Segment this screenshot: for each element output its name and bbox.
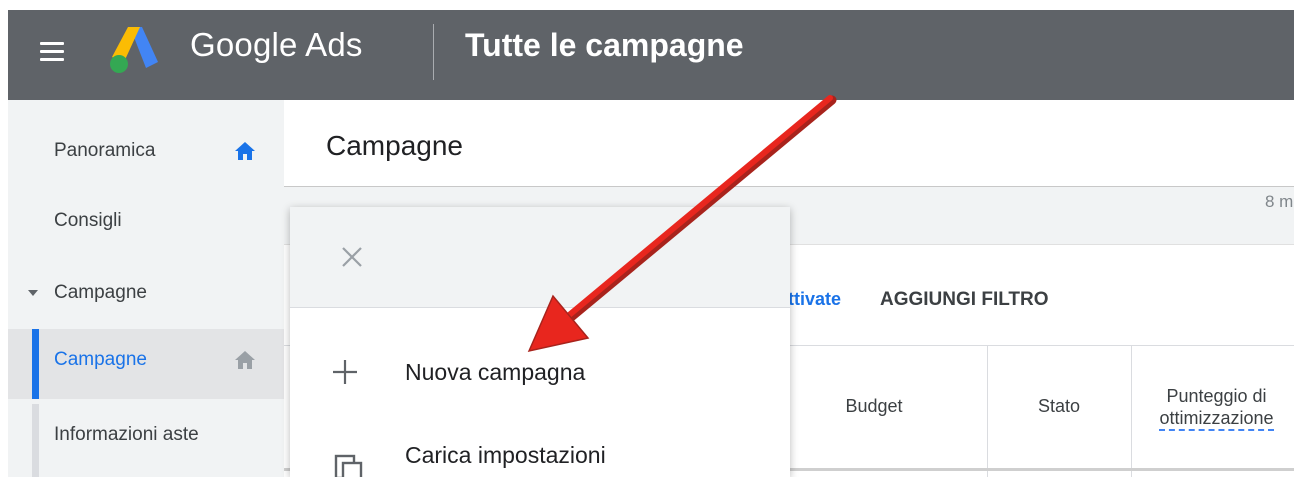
sidebar-item-label: Panoramica	[54, 140, 156, 161]
create-menu: Nuova campagna Carica impostazioni	[290, 207, 790, 477]
sidebar-group-campagne[interactable]: Campagne	[8, 262, 284, 324]
copy-icon	[334, 454, 363, 477]
sidebar-item-informazioni-aste[interactable]: Informazioni aste	[8, 404, 284, 477]
date-range[interactable]: 8 m	[1265, 192, 1293, 212]
app-window: Google Ads Tutte le campagne Panoramica …	[0, 0, 1294, 477]
sidebar-item-label: Campagne	[54, 349, 147, 370]
home-icon	[235, 351, 255, 369]
load-settings-option[interactable]: Carica impostazioni	[290, 422, 790, 477]
section-title: Campagne	[326, 130, 463, 161]
column-header-line: ottimizzazione	[1159, 408, 1274, 431]
sidebar-item-label: Campagne	[54, 282, 147, 303]
column-header-line: Punteggio di	[1166, 386, 1267, 406]
plus-icon	[333, 360, 357, 384]
active-filter-chip[interactable]: ttivate	[788, 289, 841, 310]
column-header-stato[interactable]: Stato	[994, 396, 1124, 417]
tree-line	[32, 404, 39, 477]
sidebar-item-label: Informazioni aste	[54, 424, 199, 445]
add-filter-button[interactable]: AGGIUNGI FILTRO	[880, 289, 1049, 311]
new-campaign-option[interactable]: Nuova campagna	[290, 337, 790, 407]
sidebar-item-consigli[interactable]: Consigli	[8, 190, 284, 252]
column-divider	[1131, 345, 1132, 477]
brand-name: Google Ads	[190, 26, 363, 63]
sidebar-item-campagne[interactable]: Campagne	[8, 329, 284, 399]
sidebar-item-panoramica[interactable]: Panoramica	[8, 120, 284, 182]
menu-item-label: Nuova campagna	[405, 359, 586, 385]
topbar-divider	[433, 24, 434, 80]
caret-down-icon	[28, 290, 38, 296]
sidebar: Panoramica Consigli Campagne Campagne In…	[8, 100, 284, 477]
menu-item-label: Carica impostazioni	[405, 442, 606, 468]
home-icon	[235, 142, 255, 160]
sidebar-item-label: Consigli	[54, 210, 122, 231]
hamburger-menu-icon[interactable]	[38, 41, 66, 63]
google-ads-logo	[110, 27, 158, 73]
column-divider	[987, 345, 988, 477]
page-title: Tutte le campagne	[465, 27, 744, 63]
column-header-budget[interactable]: Budget	[814, 396, 934, 417]
menu-header	[290, 207, 790, 308]
selected-indicator	[32, 329, 39, 399]
top-app-bar: Google Ads Tutte le campagne	[8, 10, 1294, 100]
close-icon[interactable]	[336, 241, 368, 273]
column-header-punteggio[interactable]: Punteggio di ottimizzazione	[1139, 385, 1294, 431]
